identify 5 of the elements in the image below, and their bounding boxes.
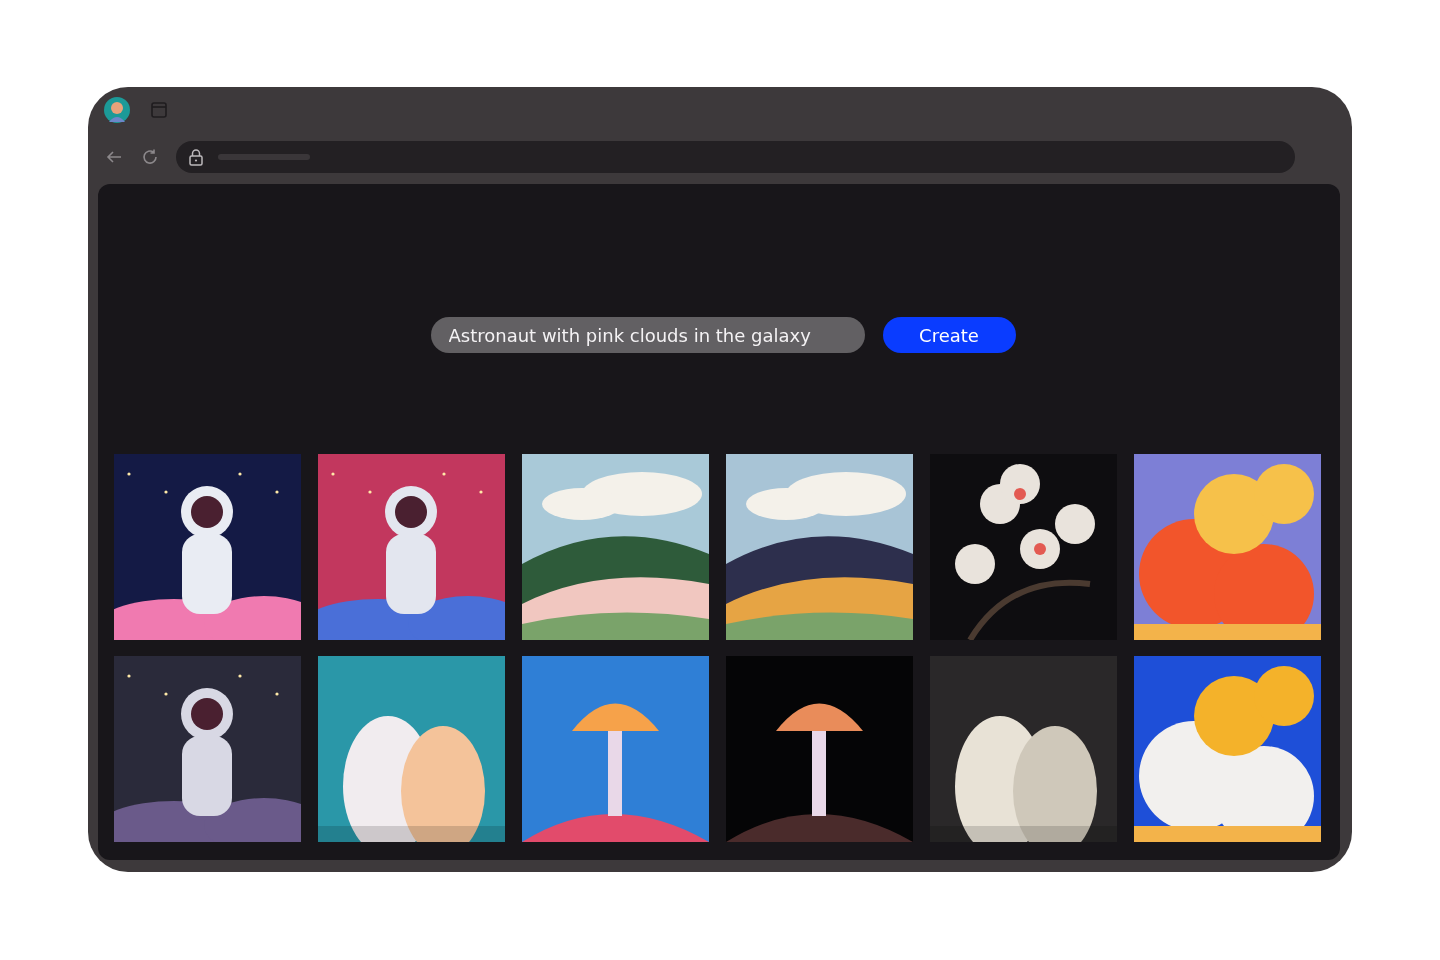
reload-icon[interactable] xyxy=(140,147,160,167)
avatar-icon[interactable] xyxy=(103,96,131,124)
create-button[interactable]: Create xyxy=(882,317,1016,353)
prompt-field[interactable]: Astronaut with pink clouds in the galaxy xyxy=(430,317,865,353)
lock-icon xyxy=(188,148,204,166)
